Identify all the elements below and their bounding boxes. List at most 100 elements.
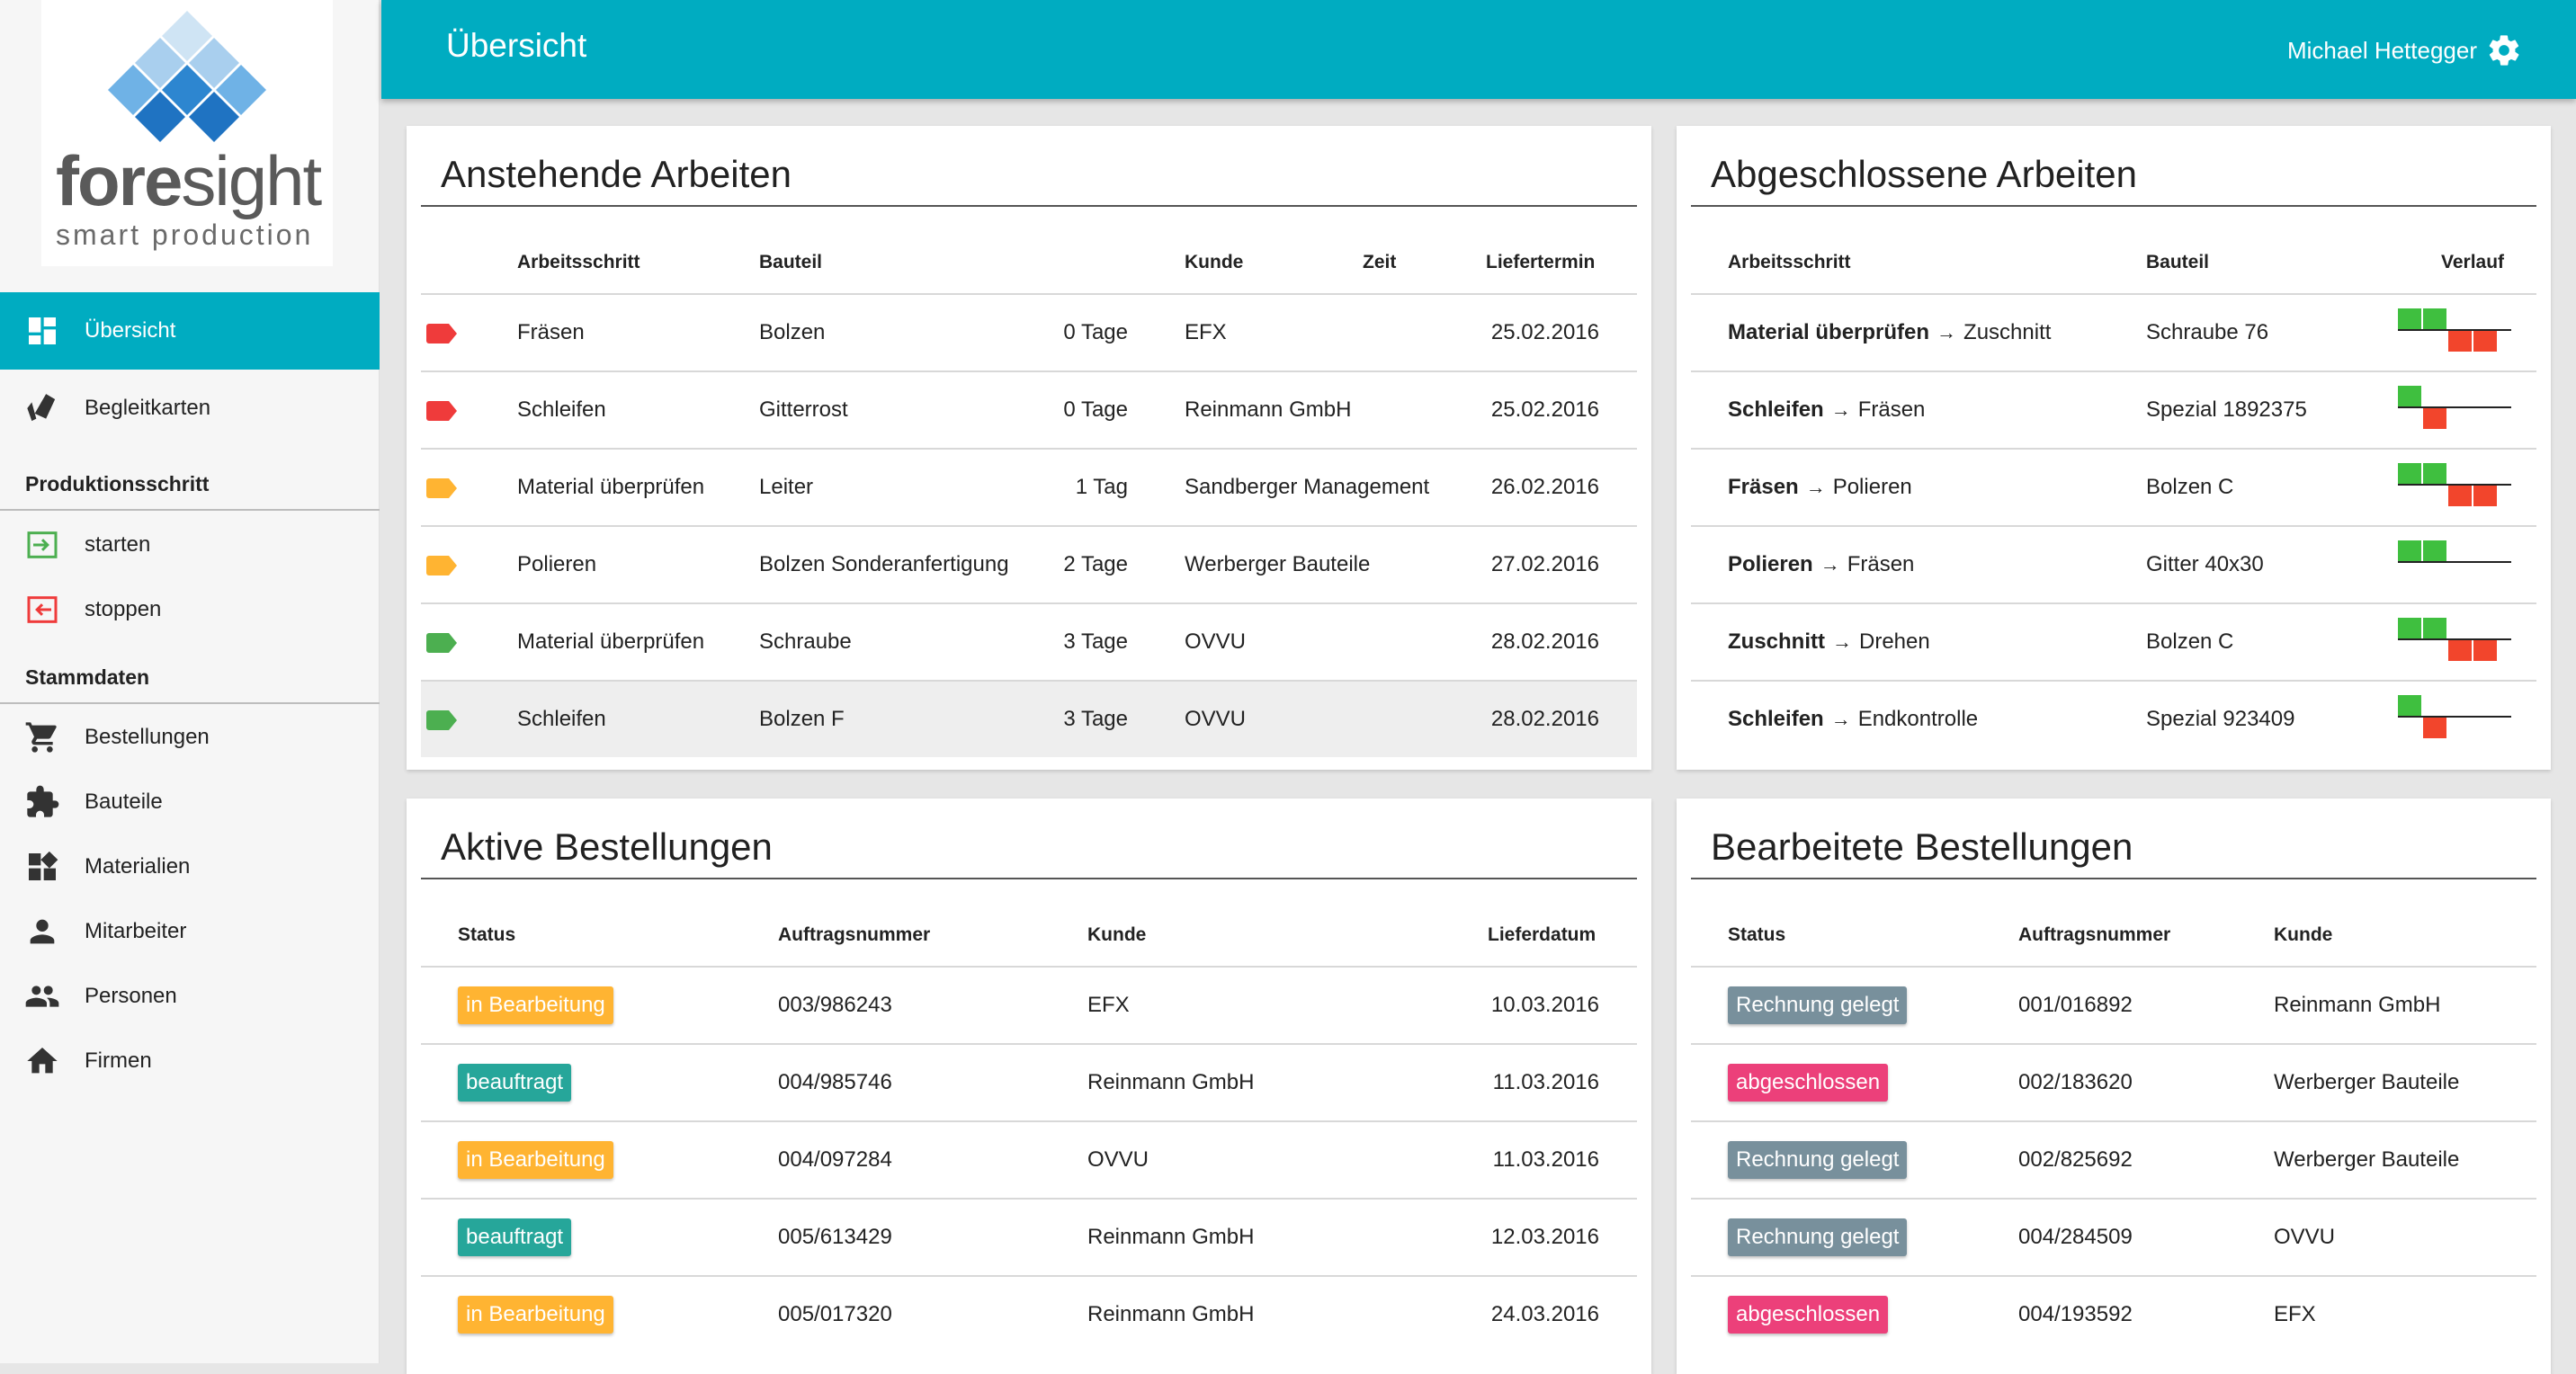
order-number-cell: 001/016892: [2018, 993, 2133, 1017]
to-step: Zuschnitt: [1963, 320, 2052, 344]
divider: [1691, 205, 2536, 207]
date-cell: 11.03.2016: [1492, 1147, 1599, 1172]
date-cell: 10.03.2016: [1490, 993, 1599, 1017]
sidebar-item-mitarbeiter[interactable]: Mitarbeiter: [0, 899, 380, 964]
table-row[interactable]: Material überprüfen → Zuschnitt Schraube 76: [1691, 293, 2536, 370]
sidebar-item-label: Bestellungen: [85, 725, 210, 749]
status-cell: abgeschlossen: [1728, 1045, 1889, 1120]
sidebar-item-firmen[interactable]: Firmen: [0, 1029, 380, 1093]
part-cell: Spezial 1892375: [2146, 397, 2307, 422]
date-cell: 27.02.2016: [1490, 552, 1599, 576]
date-cell: 25.02.2016: [1490, 320, 1599, 344]
widgets-icon: [0, 849, 85, 885]
date-cell: 11.03.2016: [1492, 1070, 1599, 1094]
step-cell: Schleifen: [517, 397, 606, 422]
sidebar-item-starten[interactable]: starten: [0, 513, 380, 577]
sidebar-item-uebersicht[interactable]: Übersicht: [0, 292, 380, 370]
column-header-part: Bauteil: [2146, 252, 2210, 272]
status-badge[interactable]: Rechnung gelegt: [1728, 986, 1908, 1024]
table-row[interactable]: Schleifen Bolzen F 3 Tage OVVU 28.02.2016: [421, 680, 1637, 757]
trend-chart: [2396, 604, 2513, 680]
customer-cell: Reinmann GmbH: [1185, 397, 1352, 422]
from-step: Zuschnitt: [1728, 629, 1825, 654]
divider: [1691, 878, 2536, 879]
customer-cell: Werberger Bauteile: [2274, 1070, 2460, 1094]
sidebar-item-materialien[interactable]: Materialien: [0, 834, 380, 899]
top-app-bar: Übersicht Michael Hettegger: [381, 0, 2576, 99]
status-badge[interactable]: abgeschlossen: [1728, 1296, 1889, 1334]
order-number-cell: 004/193592: [2018, 1302, 2133, 1326]
table-row[interactable]: in Bearbeitung 005/017320 Reinmann GmbH 24.…: [421, 1275, 1637, 1352]
people-icon: [0, 978, 85, 1014]
to-step: Drehen: [1859, 629, 1930, 654]
order-number-cell: 005/017320: [778, 1302, 892, 1326]
status-badge[interactable]: beauftragt: [458, 1218, 572, 1256]
trend-bar-positive: [2398, 386, 2421, 407]
part-cell: Bolzen C: [2146, 475, 2234, 499]
trend-bar-negative: [2473, 330, 2497, 352]
date-cell: 28.02.2016: [1490, 707, 1599, 731]
table-row[interactable]: Zuschnitt → Drehen Bolzen C: [1691, 602, 2536, 680]
table-row[interactable]: Schleifen Gitterrost 0 Tage Reinmann GmbH 25…: [421, 370, 1637, 448]
table-row[interactable]: in Bearbeitung 004/097284 OVVU 11.03.2016: [421, 1120, 1637, 1198]
order-number-cell: 002/825692: [2018, 1147, 2133, 1172]
table-row[interactable]: Material überprüfen Schraube 3 Tage OVVU 28.…: [421, 602, 1637, 680]
column-header-part: Bauteil: [759, 252, 823, 272]
date-cell: 12.03.2016: [1490, 1225, 1599, 1249]
time-cell: 3 Tage: [1063, 707, 1128, 731]
customer-cell: Sandberger Management: [1185, 475, 1430, 499]
sidebar-item-bestellungen[interactable]: Bestellungen: [0, 705, 380, 770]
table-row[interactable]: in Bearbeitung 003/986243 EFX 10.03.2016: [421, 966, 1637, 1043]
table-row[interactable]: Material überprüfen Leiter 1 Tag Sandberger…: [421, 448, 1637, 525]
table-row[interactable]: abgeschlossen 004/193592 EFX: [1691, 1275, 2536, 1352]
table-row[interactable]: Fräsen Bolzen 0 Tage EFX 25.02.2016: [421, 293, 1637, 370]
card-processed-orders: Bearbeitete Bestellungen Status Auftrags…: [1677, 799, 2551, 1374]
column-header-date: Lieferdatum: [1488, 924, 1597, 945]
page-title: Übersicht: [446, 27, 587, 64]
table-row[interactable]: Rechnung gelegt 004/284509 OVVU: [1691, 1198, 2536, 1275]
exit-icon: [0, 592, 85, 628]
gear-icon[interactable]: [2486, 32, 2522, 68]
status-cell: beauftragt: [458, 1045, 572, 1120]
table-row[interactable]: beauftragt 005/613429 Reinmann GmbH 12.03.2…: [421, 1198, 1637, 1275]
trend-bar-positive: [2423, 618, 2446, 639]
date-cell: 25.02.2016: [1490, 397, 1599, 422]
status-badge[interactable]: in Bearbeitung: [458, 986, 613, 1024]
table-row[interactable]: Rechnung gelegt 002/825692 Werberger Baute…: [1691, 1120, 2536, 1198]
column-header-status: Status: [1728, 924, 1786, 945]
trend-bar-positive: [2423, 463, 2446, 485]
sidebar-item-bauteile[interactable]: Bauteile: [0, 770, 380, 834]
table-row[interactable]: Rechnung gelegt 001/016892 Reinmann GmbH: [1691, 966, 2536, 1043]
table-row[interactable]: Schleifen → Endkontrolle Spezial 923409: [1691, 680, 2536, 757]
step-transition: Polieren → Fräsen: [1728, 527, 1914, 602]
sidebar-item-stoppen[interactable]: stoppen: [0, 577, 380, 642]
trend-bar-positive: [2423, 308, 2446, 330]
table-row[interactable]: beauftragt 004/985746 Reinmann GmbH 11.03.2…: [421, 1043, 1637, 1120]
table-row[interactable]: Polieren Bolzen Sonderanfertigung 2 Tage We…: [421, 525, 1637, 602]
step-transition: Material überprüfen → Zuschnitt: [1728, 295, 2051, 370]
status-badge[interactable]: abgeschlossen: [1728, 1064, 1889, 1102]
table-row[interactable]: Schleifen → Fräsen Spezial 1892375: [1691, 370, 2536, 448]
status-cell: in Bearbeitung: [458, 968, 613, 1043]
trend-bar-positive: [2398, 695, 2421, 717]
status-badge[interactable]: Rechnung gelegt: [1728, 1141, 1908, 1179]
sidebar-item-personen[interactable]: Personen: [0, 964, 380, 1029]
status-badge[interactable]: beauftragt: [458, 1064, 572, 1102]
table-row[interactable]: Polieren → Fräsen Gitter 40x30: [1691, 525, 2536, 602]
trend-bar-negative: [2448, 639, 2472, 661]
card-title: Abgeschlossene Arbeiten: [1711, 153, 2137, 195]
table-row[interactable]: Fräsen → Polieren Bolzen C: [1691, 448, 2536, 525]
status-badge[interactable]: in Bearbeitung: [458, 1141, 613, 1179]
priority-label-icon: [426, 401, 457, 421]
to-step: Fräsen: [1857, 397, 1926, 422]
trend-chart: [2396, 372, 2513, 448]
divider: [421, 205, 1637, 207]
status-badge[interactable]: Rechnung gelegt: [1728, 1218, 1908, 1256]
status-cell: Rechnung gelegt: [1728, 1122, 1908, 1198]
user-menu[interactable]: Michael Hettegger: [2287, 32, 2522, 68]
table-row[interactable]: abgeschlossen 002/183620 Werberger Bauteil…: [1691, 1043, 2536, 1120]
status-badge[interactable]: in Bearbeitung: [458, 1296, 613, 1334]
customer-cell: Reinmann GmbH: [1087, 1070, 1255, 1094]
part-cell: Schraube 76: [2146, 320, 2269, 344]
sidebar-item-begleitkarten[interactable]: Begleitkarten: [0, 370, 380, 447]
